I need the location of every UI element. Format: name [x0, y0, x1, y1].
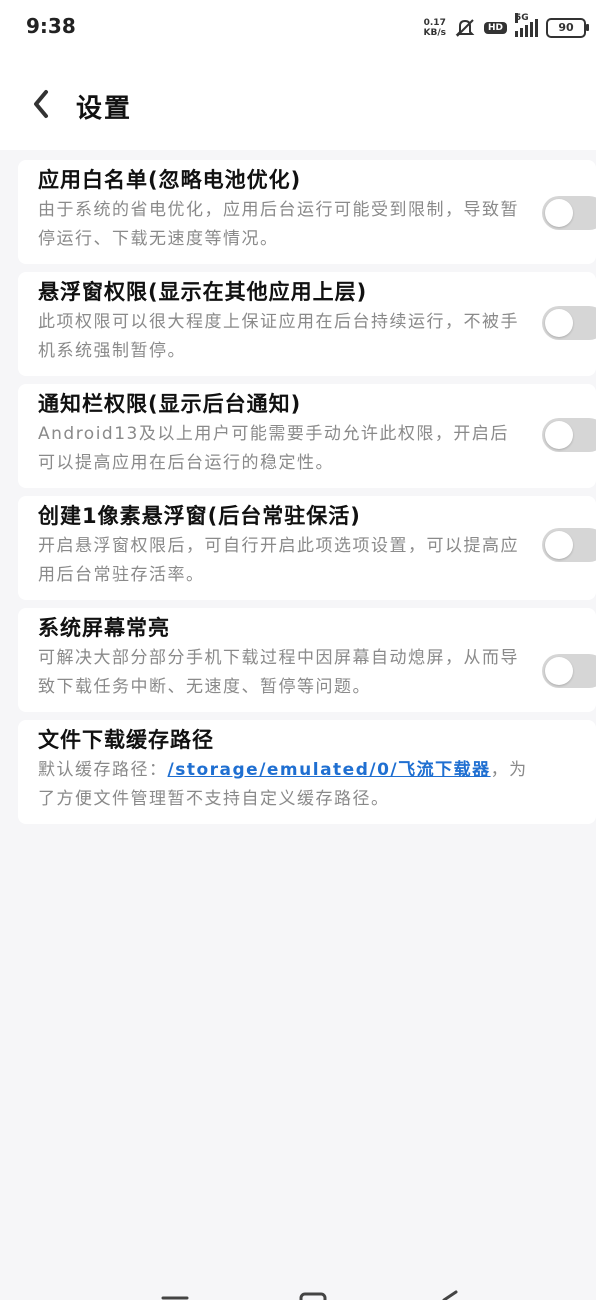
status-time: 9:38: [26, 14, 76, 38]
mute-icon: [455, 19, 475, 37]
setting-description: 此项权限可以很大程度上保证应用在后台持续运行，不被手机系统强制暂停。: [38, 312, 519, 361]
setting-description: 由于系统的省电优化，应用后台运行可能受到限制，导致暂停运行、下载无速度等情况。: [38, 200, 519, 249]
chevron-left-icon: [34, 90, 48, 118]
setting-title: 文件下载缓存路径: [38, 728, 214, 752]
menu-icon[interactable]: [160, 1290, 190, 1300]
app-header: 设置: [0, 58, 596, 150]
overlay-permission-toggle[interactable]: [542, 306, 596, 340]
setting-battery-whitelist: 应用白名单(忽略电池优化) 由于系统的省电优化，应用后台运行可能受到限制，导致暂…: [18, 160, 596, 264]
setting-description: 可解决大部分部分手机下载过程中因屏幕自动熄屏，从而导致下载任务中断、无速度、暂停…: [38, 648, 519, 697]
setting-overlay-permission: 悬浮窗权限(显示在其他应用上层) 此项权限可以很大程度上保证应用在后台持续运行，…: [18, 272, 596, 376]
system-nav-bar: [0, 1266, 596, 1300]
cache-path-prefix: 默认缓存路径：: [38, 760, 168, 780]
settings-list: 应用白名单(忽略电池优化) 由于系统的省电优化，应用后台运行可能受到限制，导致暂…: [18, 160, 596, 832]
status-icons: 0.17 KB/s HD 5G 90: [424, 13, 589, 42]
cache-path-link[interactable]: /storage/emulated/0/飞流下载器: [168, 760, 491, 780]
setting-title: 应用白名单(忽略电池优化): [38, 168, 302, 192]
back-nav-icon[interactable]: [436, 1290, 466, 1300]
network-speed-value: 0.17: [423, 18, 446, 28]
network-speed-unit: KB/s: [423, 28, 446, 38]
notification-permission-toggle[interactable]: [542, 418, 596, 452]
setting-notification-permission: 通知栏权限(显示后台通知) Android13及以上用户可能需要手动允许此权限，…: [18, 384, 596, 488]
screen-on-toggle[interactable]: [542, 654, 596, 688]
setting-screen-on: 系统屏幕常亮 可解决大部分部分手机下载过程中因屏幕自动熄屏，从而导致下载任务中断…: [18, 608, 596, 712]
setting-description: 开启悬浮窗权限后，可自行开启此项选项设置，可以提高应用后台常驻存活率。: [38, 536, 519, 585]
pixel-overlay-toggle[interactable]: [542, 528, 596, 562]
setting-title: 通知栏权限(显示后台通知): [38, 392, 302, 416]
setting-title: 创建1像素悬浮窗(后台常驻保活): [38, 504, 361, 528]
setting-pixel-overlay: 创建1像素悬浮窗(后台常驻保活) 开启悬浮窗权限后，可自行开启此项选项设置，可以…: [18, 496, 596, 600]
status-bar: 9:38 0.17 KB/s HD 5G 90: [0, 0, 596, 58]
network-speed: 0.17 KB/s: [424, 18, 446, 38]
home-icon[interactable]: [298, 1290, 328, 1300]
battery-whitelist-toggle[interactable]: [542, 196, 596, 230]
setting-title: 悬浮窗权限(显示在其他应用上层): [38, 280, 368, 304]
setting-cache-path: 文件下载缓存路径 默认缓存路径：/storage/emulated/0/飞流下载…: [18, 720, 596, 824]
battery-icon: 90: [546, 18, 589, 38]
back-button[interactable]: [26, 80, 66, 126]
hd-icon: HD: [483, 22, 507, 34]
setting-description: 默认缓存路径：/storage/emulated/0/飞流下载器，为了方便文件管…: [38, 756, 536, 814]
setting-title: 系统屏幕常亮: [38, 616, 170, 640]
page-title: 设置: [76, 94, 133, 124]
signal-icon: 5G: [515, 13, 538, 37]
setting-description: Android13及以上用户可能需要手动允许此权限，开启后可以提高应用在后台运行…: [38, 424, 509, 473]
network-type: 5G: [515, 13, 529, 23]
